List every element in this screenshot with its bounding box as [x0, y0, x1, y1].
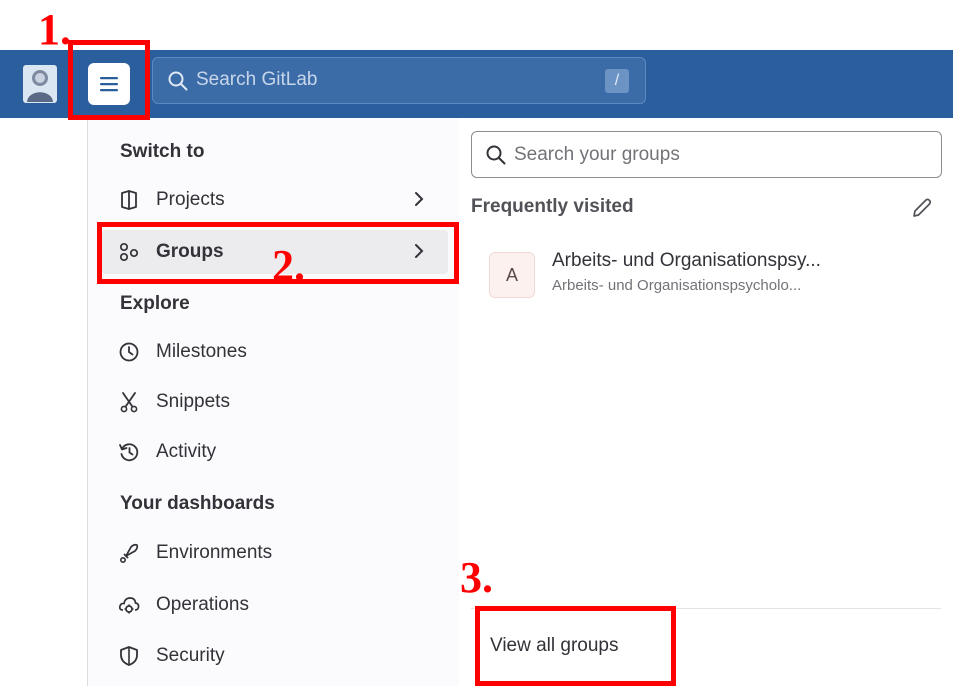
group-title: Arbeits- und Organisationspsy...: [552, 250, 821, 271]
sidebar-item-label: Snippets: [156, 391, 230, 412]
sidebar-item-activity[interactable]: Activity: [102, 430, 448, 474]
search-icon: [486, 145, 506, 165]
sidebar-item-label: Operations: [156, 594, 249, 615]
sidebar-item-snippets[interactable]: Snippets: [102, 380, 448, 424]
search-shortcut-badge: /: [605, 69, 629, 93]
sidebar-item-label: Milestones: [156, 341, 247, 362]
frequently-visited-heading: Frequently visited: [471, 196, 634, 217]
sidebar-item-label: Projects: [156, 189, 225, 210]
section-explore: Explore: [120, 293, 190, 314]
clock-icon: [119, 342, 139, 362]
group-avatar: A: [489, 252, 535, 298]
project-icon: [121, 190, 137, 210]
annotation-label-1: 1.: [38, 5, 71, 54]
annotation-label-2: 2.: [272, 241, 305, 290]
groups-search-input[interactable]: Search your groups: [471, 131, 942, 178]
pencil-icon[interactable]: [910, 196, 934, 220]
sidebar-item-label: Activity: [156, 441, 217, 462]
search-placeholder: Search GitLab: [196, 69, 318, 90]
annotation-box-1: [68, 40, 150, 120]
sidebar-item-projects[interactable]: Projects: [102, 178, 448, 222]
logo-icon[interactable]: [22, 64, 58, 104]
sidebar-item-milestones[interactable]: Milestones: [102, 330, 448, 374]
sidebar-item-operations[interactable]: Operations: [102, 583, 448, 627]
groups-search-placeholder: Search your groups: [514, 144, 680, 165]
groups-flyout-panel: Search your groups Frequently visited A …: [459, 118, 953, 686]
rocket-icon: [119, 543, 139, 564]
sidebar-menu: Switch to Projects Groups Explore Milest…: [87, 118, 459, 686]
annotation-label-3: 3.: [460, 553, 493, 602]
section-your-dashboards: Your dashboards: [120, 493, 275, 514]
global-search-input[interactable]: Search GitLab /: [152, 57, 646, 104]
group-subtitle: Arbeits- und Organisationspsycholo...: [552, 277, 802, 294]
sidebar-item-environments[interactable]: Environments: [102, 531, 448, 575]
cloud-gear-icon: [118, 597, 140, 614]
group-list-item[interactable]: A Arbeits- und Organisationspsy... Arbei…: [489, 246, 929, 302]
sidebar-item-label: Security: [156, 645, 225, 666]
scissors-icon: [120, 392, 138, 413]
chevron-right-icon: [415, 192, 424, 206]
sidebar-item-label: Environments: [156, 542, 273, 563]
screenshot-root: Search GitLab / Switch to Projects Group…: [0, 0, 953, 686]
search-icon: [168, 71, 188, 91]
section-switch-to: Switch to: [120, 141, 205, 162]
shield-icon: [120, 646, 138, 666]
sidebar-item-security[interactable]: Security: [102, 634, 448, 678]
annotation-box-3: [475, 606, 676, 686]
history-icon: [119, 443, 139, 462]
